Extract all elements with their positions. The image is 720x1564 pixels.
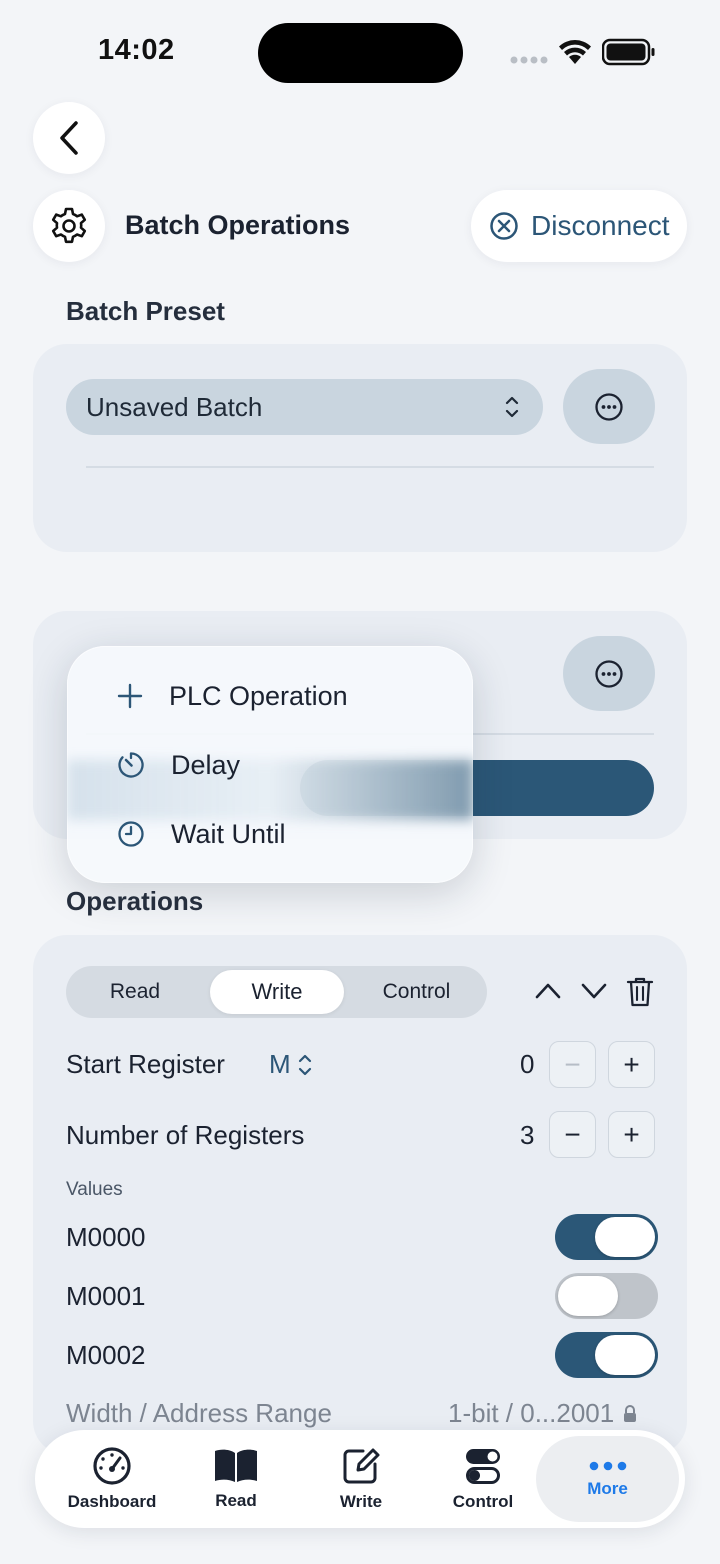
num-registers-increment[interactable]: +: [608, 1111, 655, 1158]
tab-write[interactable]: Write: [305, 1436, 417, 1522]
register-name: M0001: [66, 1281, 146, 1311]
toggles-icon: [463, 1446, 503, 1486]
dynamic-island: [258, 23, 463, 83]
operation-type-segmented: Read Write Control: [66, 966, 487, 1018]
segment-control[interactable]: Control: [350, 970, 483, 1014]
add-operation-menu: PLC Operation Delay Wait Until: [67, 646, 473, 883]
book-icon: [213, 1447, 259, 1485]
range-value-group: 1-bit / 0...2001: [448, 1398, 638, 1429]
toggle-knob: [558, 1276, 618, 1316]
batch-more-button[interactable]: [563, 636, 655, 711]
move-down-button[interactable]: [580, 980, 608, 1002]
plus-icon: [117, 683, 143, 709]
menu-item-label: Wait Until: [171, 818, 286, 849]
tab-label: Read: [215, 1491, 257, 1510]
register-type-picker[interactable]: M: [269, 1049, 313, 1080]
menu-item-label: Delay: [171, 749, 241, 780]
toggle-knob: [595, 1217, 655, 1257]
preset-select[interactable]: Unsaved Batch: [66, 379, 543, 435]
start-register-label: Start Register: [66, 1049, 225, 1079]
menu-item-label: PLC Operation: [169, 680, 348, 711]
range-label: Width / Address Range: [66, 1398, 332, 1428]
menu-item-plc-operation[interactable]: PLC Operation: [67, 662, 473, 730]
register-toggle-m0002[interactable]: [555, 1332, 658, 1378]
menu-item-delay[interactable]: Delay: [67, 731, 473, 799]
values-label: Values: [66, 1179, 123, 1200]
clock-icon: [117, 820, 145, 848]
pencil-square-icon: [341, 1446, 381, 1486]
chevron-up-down-icon: [503, 393, 521, 421]
ellipsis-icon: [588, 1459, 628, 1473]
ellipsis-circle-icon: [594, 659, 624, 689]
tab-more[interactable]: More: [536, 1436, 679, 1522]
status-time: 14:02: [98, 34, 175, 66]
gauge-icon: [92, 1446, 132, 1486]
disconnect-label: Disconnect: [531, 210, 670, 241]
delete-operation-button[interactable]: [626, 976, 654, 1008]
chevron-up-icon: [534, 980, 562, 1002]
wifi-icon: [558, 38, 592, 66]
toggle-knob: [595, 1335, 655, 1375]
range-value: 1-bit / 0...2001: [448, 1398, 615, 1428]
gear-icon: [49, 206, 89, 246]
back-button[interactable]: [33, 102, 105, 174]
num-registers-value: 3: [520, 1120, 535, 1150]
tab-label: Dashboard: [67, 1492, 157, 1511]
num-registers-decrement[interactable]: −: [549, 1111, 596, 1158]
register-name: M0000: [66, 1222, 146, 1252]
tab-label: More: [587, 1479, 628, 1498]
page-title: Batch Operations: [125, 210, 351, 240]
segment-read[interactable]: Read: [70, 970, 200, 1014]
cellular-signal-icon: [510, 55, 548, 65]
start-register-increment[interactable]: +: [608, 1041, 655, 1088]
timer-icon: [117, 751, 145, 779]
move-up-button[interactable]: [534, 980, 562, 1002]
lock-icon: [622, 1404, 638, 1424]
start-register-value: 0: [520, 1049, 535, 1079]
tab-bar: Dashboard Read Write Control More: [35, 1430, 685, 1528]
register-toggle-m0000[interactable]: [555, 1214, 658, 1260]
chevron-up-down-icon: [297, 1052, 313, 1078]
register-type-value: M: [269, 1049, 291, 1079]
tab-read[interactable]: Read: [180, 1436, 292, 1522]
tab-label: Write: [339, 1492, 383, 1511]
battery-icon: [602, 38, 656, 66]
batch-preset-label: Batch Preset: [66, 296, 225, 326]
segment-write[interactable]: Write: [210, 970, 344, 1014]
operations-label: Operations: [66, 886, 204, 916]
preset-divider: [86, 466, 654, 468]
tab-dashboard[interactable]: Dashboard: [53, 1436, 171, 1522]
menu-item-wait-until[interactable]: Wait Until: [67, 800, 473, 868]
trash-icon: [626, 976, 654, 1008]
start-register-decrement[interactable]: −: [549, 1041, 596, 1088]
xmark-circle-icon: [489, 211, 519, 241]
register-toggle-m0001[interactable]: [555, 1273, 658, 1319]
chevron-left-icon: [57, 120, 81, 156]
settings-button[interactable]: [33, 190, 105, 262]
chevron-down-icon: [580, 980, 608, 1002]
preset-more-button[interactable]: [563, 369, 655, 444]
ellipsis-circle-icon: [594, 392, 624, 422]
tab-label: Control: [452, 1492, 514, 1511]
tab-control[interactable]: Control: [427, 1436, 539, 1522]
register-name: M0002: [66, 1340, 146, 1370]
disconnect-button[interactable]: Disconnect: [471, 190, 687, 262]
preset-select-value: Unsaved Batch: [86, 391, 263, 422]
num-registers-label: Number of Registers: [66, 1120, 305, 1150]
